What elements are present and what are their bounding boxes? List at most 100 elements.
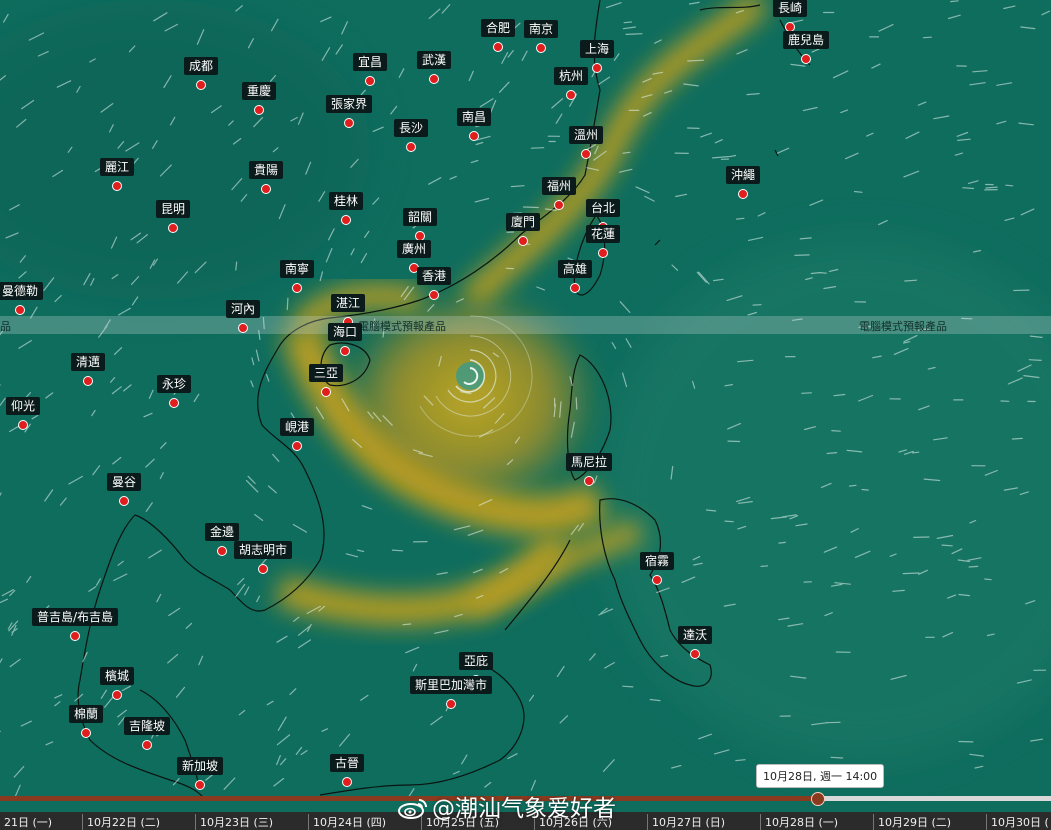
city-dot[interactable] bbox=[168, 223, 178, 233]
wind-streak bbox=[904, 279, 918, 282]
city-dot[interactable] bbox=[258, 564, 268, 574]
banner-right-text: 電腦模式預報產品 bbox=[859, 320, 947, 333]
city-dot[interactable] bbox=[581, 149, 591, 159]
city-dot[interactable] bbox=[592, 63, 602, 73]
city-label: 新加坡 bbox=[176, 757, 224, 775]
city-dot[interactable] bbox=[566, 90, 576, 100]
wind-streak bbox=[760, 565, 769, 568]
city-dot[interactable] bbox=[142, 740, 152, 750]
city-dot[interactable] bbox=[195, 780, 205, 790]
city-dot[interactable] bbox=[292, 441, 302, 451]
city-dot[interactable] bbox=[196, 80, 206, 90]
wind-streak bbox=[575, 397, 578, 410]
city-dot[interactable] bbox=[119, 496, 129, 506]
city-label: 金邊 bbox=[204, 523, 240, 541]
city-dot[interactable] bbox=[554, 200, 564, 210]
wind-streak bbox=[922, 36, 933, 39]
city-dot[interactable] bbox=[342, 777, 352, 787]
wind-streak bbox=[735, 217, 745, 220]
wind-streak bbox=[911, 451, 920, 454]
city-dot[interactable] bbox=[112, 690, 122, 700]
city-label: 永珍 bbox=[156, 375, 192, 393]
wind-streak bbox=[235, 261, 238, 271]
city-dot[interactable] bbox=[365, 76, 375, 86]
timeline-day-label[interactable]: 10月22日 (二) bbox=[82, 814, 160, 830]
city-label: 桂林 bbox=[328, 192, 364, 210]
city-dot[interactable] bbox=[238, 323, 248, 333]
wind-streak bbox=[941, 544, 953, 547]
city-dot[interactable] bbox=[690, 649, 700, 659]
city-dot[interactable] bbox=[112, 181, 122, 191]
city-dot[interactable] bbox=[429, 290, 439, 300]
city-dot[interactable] bbox=[15, 305, 25, 315]
city-label: 貴陽 bbox=[248, 161, 284, 179]
city-dot[interactable] bbox=[70, 631, 80, 641]
city-label: 香港 bbox=[416, 267, 452, 285]
forecast-banner: 品 電腦模式預報產品 電腦模式預報產品 bbox=[0, 316, 1051, 334]
wind-streak bbox=[831, 430, 841, 432]
city-dot[interactable] bbox=[292, 283, 302, 293]
city-dot[interactable] bbox=[254, 105, 264, 115]
city-dot[interactable] bbox=[493, 42, 503, 52]
city-label: 鹿兒島 bbox=[782, 31, 830, 49]
timeline-day-label[interactable]: 10月29日 (二) bbox=[873, 814, 951, 830]
city-dot[interactable] bbox=[469, 131, 479, 141]
timeline-day-label[interactable]: 10月23日 (三) bbox=[195, 814, 273, 830]
city-label: 昆明 bbox=[155, 200, 191, 218]
wind-streak bbox=[853, 190, 863, 193]
city-label: 南京 bbox=[523, 20, 559, 38]
wind-streak bbox=[1028, 359, 1042, 361]
city-dot[interactable] bbox=[341, 215, 351, 225]
wind-streak bbox=[968, 565, 979, 568]
city-label: 長崎 bbox=[772, 0, 808, 17]
wind-streak bbox=[778, 541, 786, 544]
city-label: 張家界 bbox=[325, 95, 373, 113]
city-label: 宜昌 bbox=[352, 53, 388, 71]
timeline-day-label[interactable]: 10月28日 (一) bbox=[760, 814, 838, 830]
city-dot[interactable] bbox=[652, 575, 662, 585]
city-dot[interactable] bbox=[801, 54, 811, 64]
city-dot[interactable] bbox=[536, 43, 546, 53]
city-dot[interactable] bbox=[169, 398, 179, 408]
wind-streak bbox=[687, 59, 705, 62]
city-label: 台北 bbox=[585, 199, 621, 217]
city-dot[interactable] bbox=[321, 387, 331, 397]
city-dot[interactable] bbox=[518, 236, 528, 246]
city-dot[interactable] bbox=[570, 283, 580, 293]
city-dot[interactable] bbox=[261, 184, 271, 194]
wind-streak bbox=[625, 33, 643, 36]
timeline-day-label[interactable]: 10月27日 (日) bbox=[647, 814, 725, 830]
timeline-knob[interactable] bbox=[811, 792, 825, 806]
city-label: 花蓮 bbox=[585, 225, 621, 243]
timeline-day-label[interactable]: 10月30日 ( bbox=[986, 814, 1049, 830]
timeline-day-label[interactable]: 10月24日 (四) bbox=[308, 814, 386, 830]
city-dot[interactable] bbox=[598, 248, 608, 258]
city-dot[interactable] bbox=[429, 74, 439, 84]
city-dot[interactable] bbox=[738, 189, 748, 199]
city-label: 南昌 bbox=[456, 108, 492, 126]
city-dot[interactable] bbox=[446, 699, 456, 709]
city-dot[interactable] bbox=[81, 728, 91, 738]
weather-map[interactable] bbox=[0, 0, 1051, 830]
city-dot[interactable] bbox=[584, 476, 594, 486]
city-label: 曼德勒 bbox=[0, 282, 44, 300]
city-dot[interactable] bbox=[340, 346, 350, 356]
city-label: 斯里巴加灣市 bbox=[409, 676, 493, 694]
city-label: 韶關 bbox=[402, 208, 438, 226]
city-dot[interactable] bbox=[344, 118, 354, 128]
city-label: 長沙 bbox=[393, 119, 429, 137]
wind-streak bbox=[530, 147, 545, 149]
wind-streak bbox=[724, 520, 734, 523]
city-dot[interactable] bbox=[406, 142, 416, 152]
city-label: 仰光 bbox=[5, 397, 41, 415]
wind-streak bbox=[1011, 437, 1023, 440]
city-dot[interactable] bbox=[18, 420, 28, 430]
city-dot[interactable] bbox=[217, 546, 227, 556]
timeline-remaining-track[interactable] bbox=[818, 796, 1051, 801]
wind-streak bbox=[391, 549, 404, 552]
timeline-day-label[interactable]: 21日 (一) bbox=[0, 814, 52, 830]
city-label: 沖繩 bbox=[725, 166, 761, 184]
watermark-text: @潮汕气象爱好者 bbox=[432, 796, 616, 822]
city-dot[interactable] bbox=[83, 376, 93, 386]
city-label: 胡志明市 bbox=[233, 541, 293, 559]
